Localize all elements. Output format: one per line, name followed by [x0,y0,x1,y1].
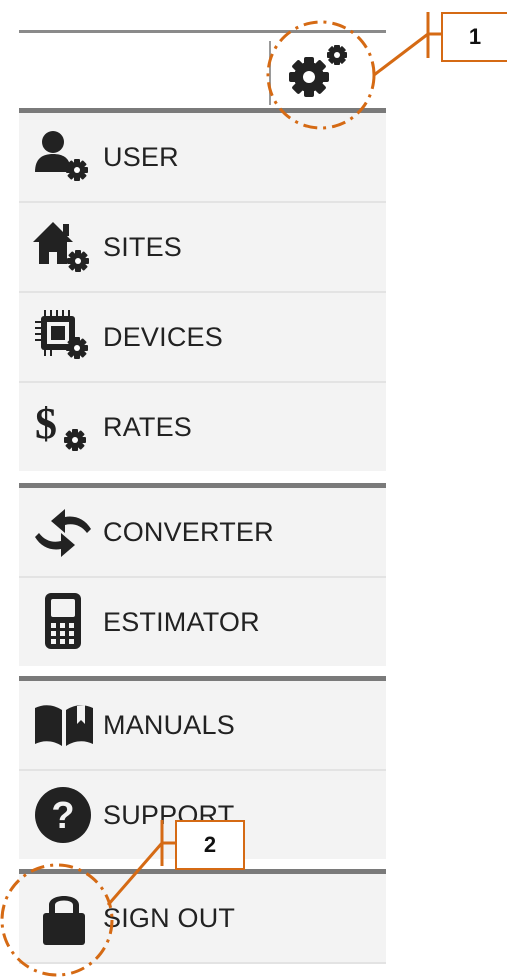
convert-arrows-icon [35,509,91,557]
callout-number: 2 [203,832,217,857]
menu-item-estimator[interactable]: ESTIMATOR [19,578,386,666]
menu-item-label: SIGN OUT [103,903,236,933]
menu-item-label: CONVERTER [103,517,274,547]
lock-icon [43,896,85,945]
menu-item-label: USER [103,142,179,172]
callout-number: 1 [468,24,482,49]
settings-button[interactable] [281,39,361,105]
menu-item-label: MANUALS [103,710,235,740]
menu-item-rates[interactable]: $ RATES [19,383,386,471]
menu-item-label: SITES [103,232,183,262]
home-settings-icon [33,222,89,272]
callout-badge-1: 1 [441,12,507,62]
menu-item-user[interactable]: USER [19,113,386,201]
gears-icon [289,45,347,97]
menu-item-converter[interactable]: CONVERTER [19,488,386,576]
item-divider [19,962,386,964]
menu-item-devices[interactable]: DEVICES [19,293,386,381]
user-settings-icon [35,131,88,181]
callout-badge-2: 2 [175,820,245,870]
book-icon [35,705,93,746]
dollar-settings-icon: $ [35,399,86,451]
menu-item-label: ESTIMATOR [103,607,260,637]
menu-header [19,30,386,108]
menu-item-manuals[interactable]: MANUALS [19,681,386,769]
svg-text:$: $ [35,399,57,448]
menu-item-label: RATES [103,412,193,442]
header-divider [269,41,271,105]
calculator-icon [45,593,81,649]
device-settings-icon [35,310,88,359]
question-icon: ? [35,787,91,843]
menu-item-label: DEVICES [103,322,223,352]
svg-text:?: ? [51,795,74,837]
menu-item-sites[interactable]: SITES [19,203,386,291]
menu-item-sign-out[interactable]: SIGN OUT [19,874,386,962]
